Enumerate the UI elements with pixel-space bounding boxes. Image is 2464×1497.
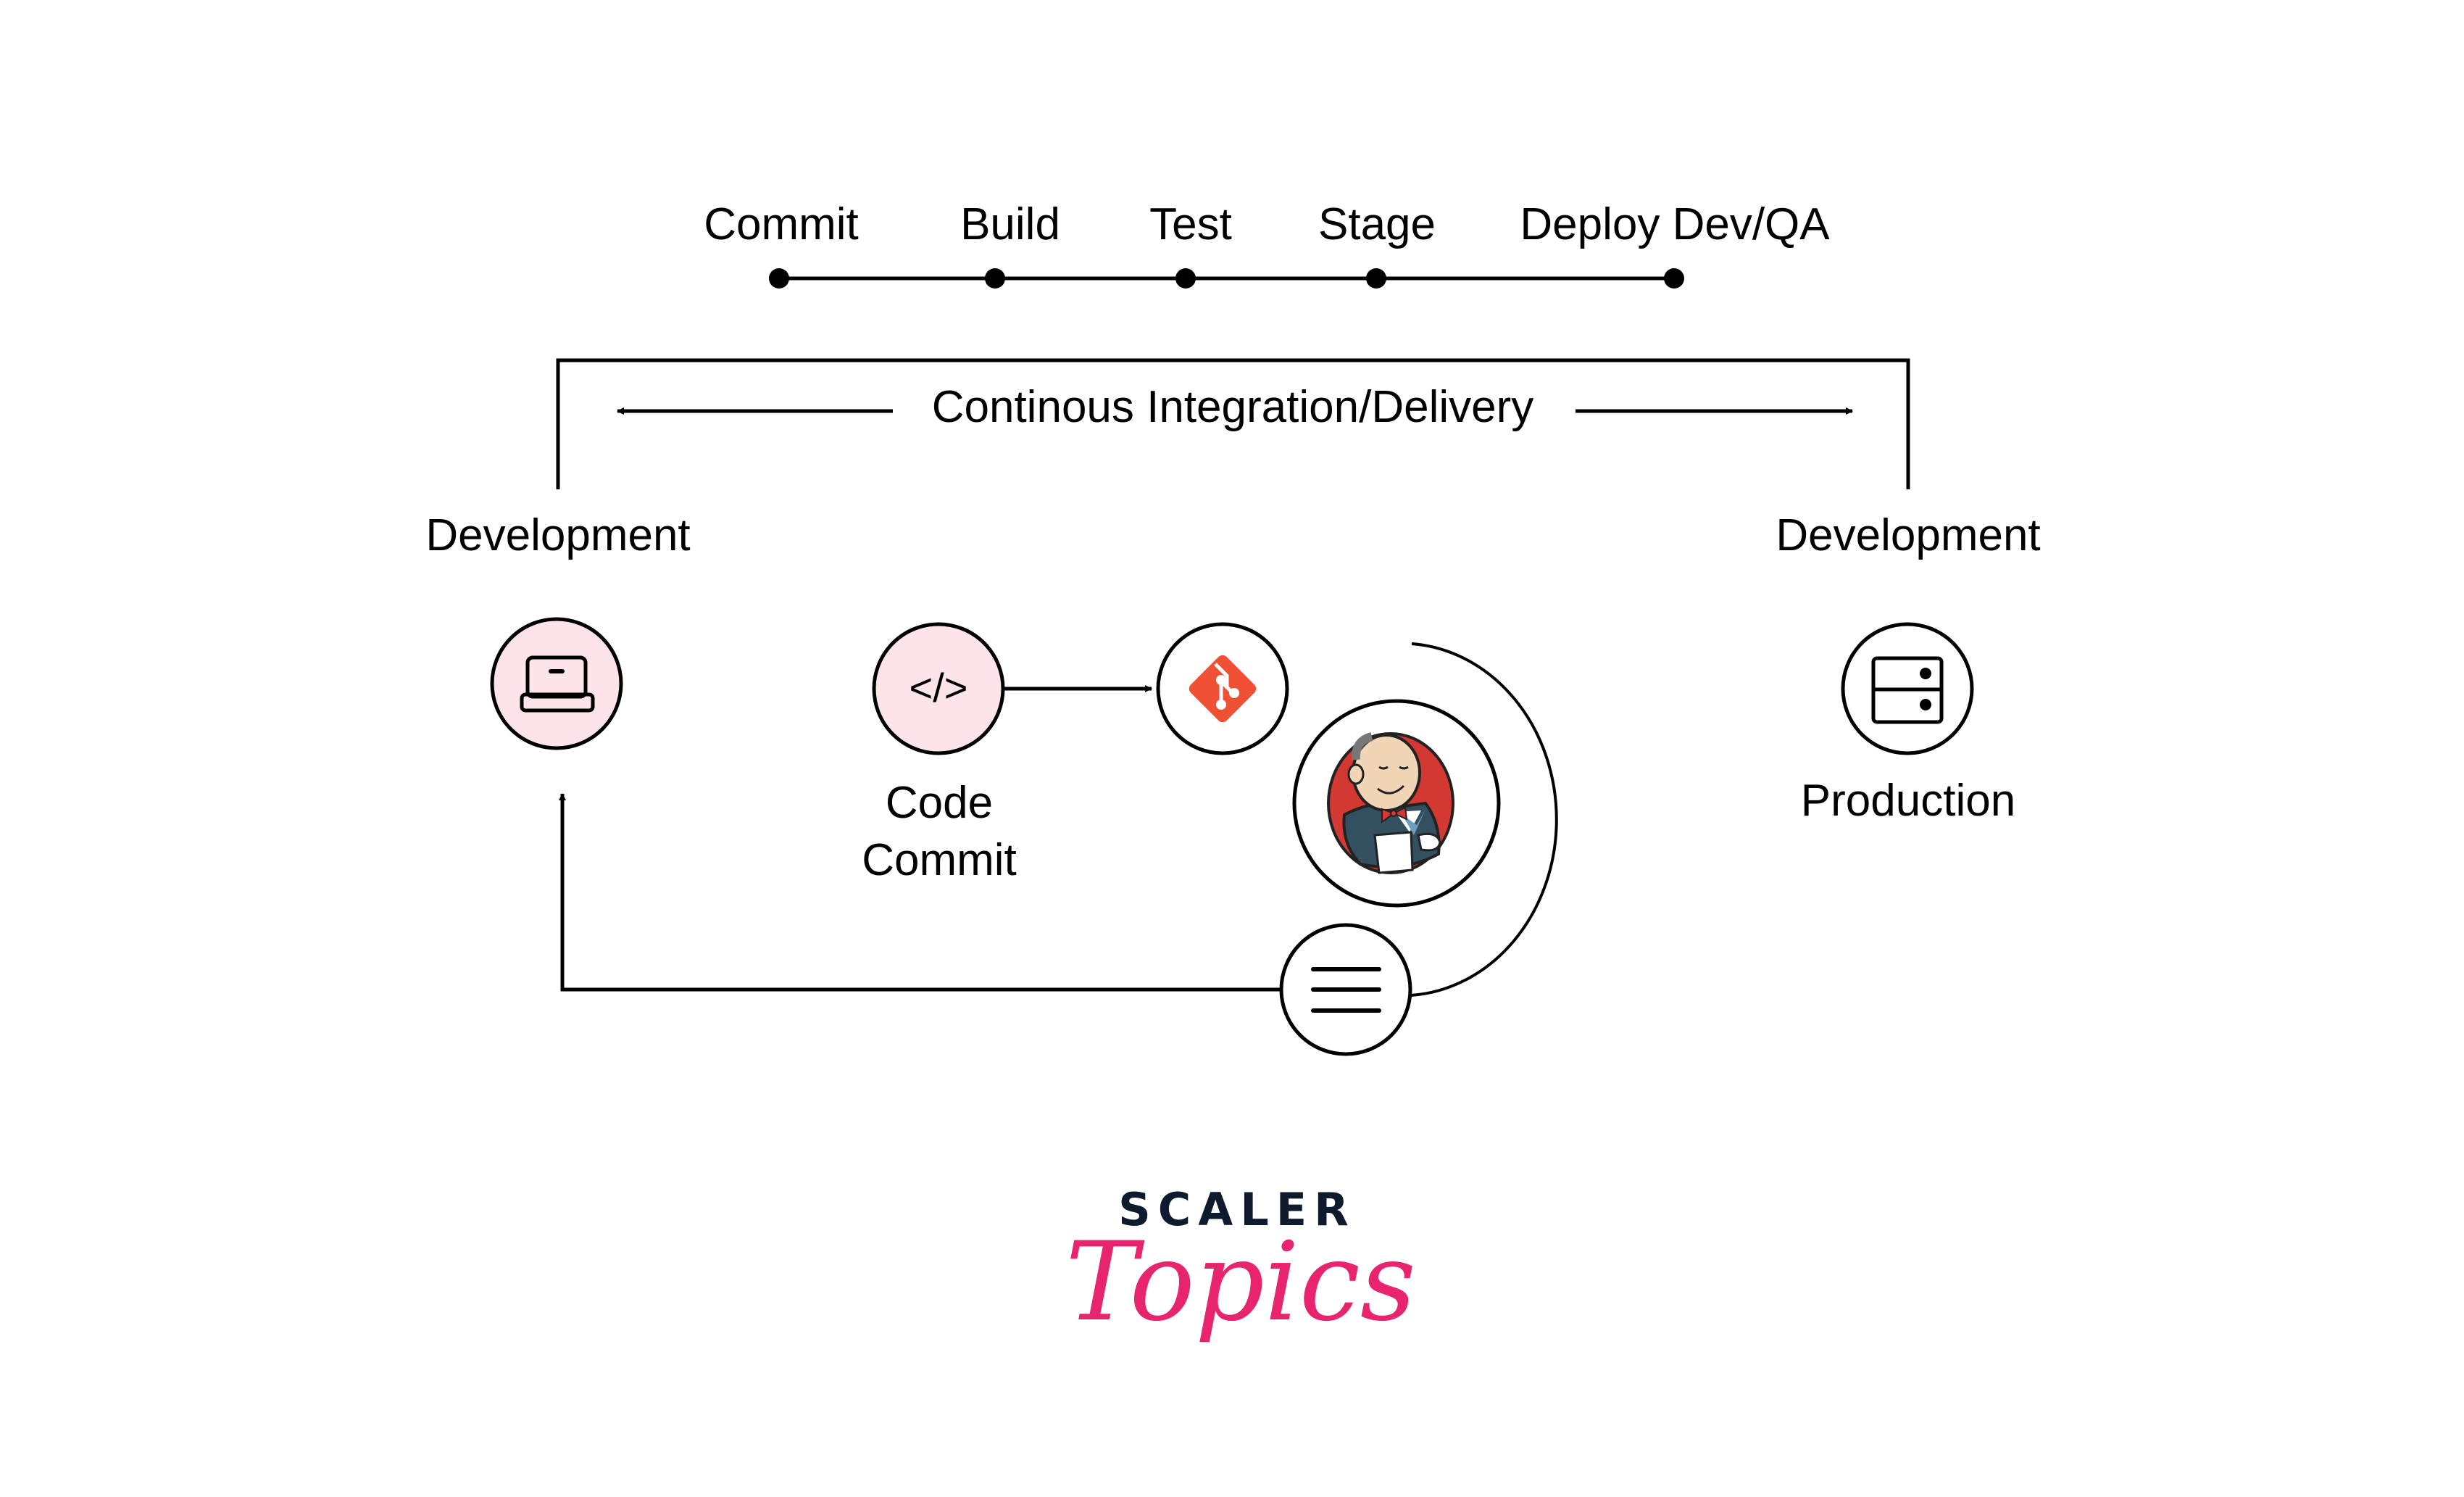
code-icon: </> xyxy=(910,665,968,710)
stage-label-test: Test xyxy=(1149,199,1232,249)
stage-test: Test xyxy=(1149,199,1232,289)
pipeline-timeline: Commit Build Test Stage Deploy Dev/QA xyxy=(704,199,1830,289)
stage-commit: Commit xyxy=(704,199,859,289)
developer-node-circle xyxy=(490,617,623,750)
stage-label-commit: Commit xyxy=(704,199,859,249)
code-commit-label-line2: Commit xyxy=(862,835,1017,885)
stage-dot-test xyxy=(1175,268,1196,289)
production-node[interactable] xyxy=(1841,622,1974,755)
stage-dot-build xyxy=(985,268,1005,289)
jenkins-icon xyxy=(1327,732,1454,874)
stage-label-stage: Stage xyxy=(1318,199,1436,249)
ci-cd-label: Continous Integration/Delivery xyxy=(932,382,1534,432)
stage-dot-deploy xyxy=(1664,268,1684,289)
env-label-left: Development xyxy=(425,510,690,560)
ci-cd-bracket: Continous Integration/Delivery xyxy=(556,358,1910,489)
jenkins-node[interactable] xyxy=(1292,699,1501,908)
env-label-right: Development xyxy=(1776,510,2040,560)
code-commit-node[interactable]: </> xyxy=(872,622,1005,755)
stage-stage: Stage xyxy=(1318,199,1436,289)
ci-cd-diagram: Commit Build Test Stage Deploy Dev/QA Co… xyxy=(425,199,2040,1345)
stage-deploy: Deploy Dev/QA xyxy=(1520,199,1830,289)
stage-label-build: Build xyxy=(960,199,1060,249)
stage-label-deploy: Deploy Dev/QA xyxy=(1520,199,1830,249)
git-node[interactable] xyxy=(1156,622,1289,755)
stage-dot-commit xyxy=(769,268,789,289)
developer-node[interactable] xyxy=(490,617,623,750)
brand-sub: Topics xyxy=(1065,1219,1416,1345)
scaler-topics-logo: SCALER Topics xyxy=(1065,1183,1416,1345)
code-commit-label-line1: Code xyxy=(886,778,993,828)
stage-build: Build xyxy=(960,199,1060,289)
feedback-node[interactable] xyxy=(1279,923,1412,1056)
production-label: Production xyxy=(1801,776,2015,826)
stage-dot-stage xyxy=(1366,268,1386,289)
